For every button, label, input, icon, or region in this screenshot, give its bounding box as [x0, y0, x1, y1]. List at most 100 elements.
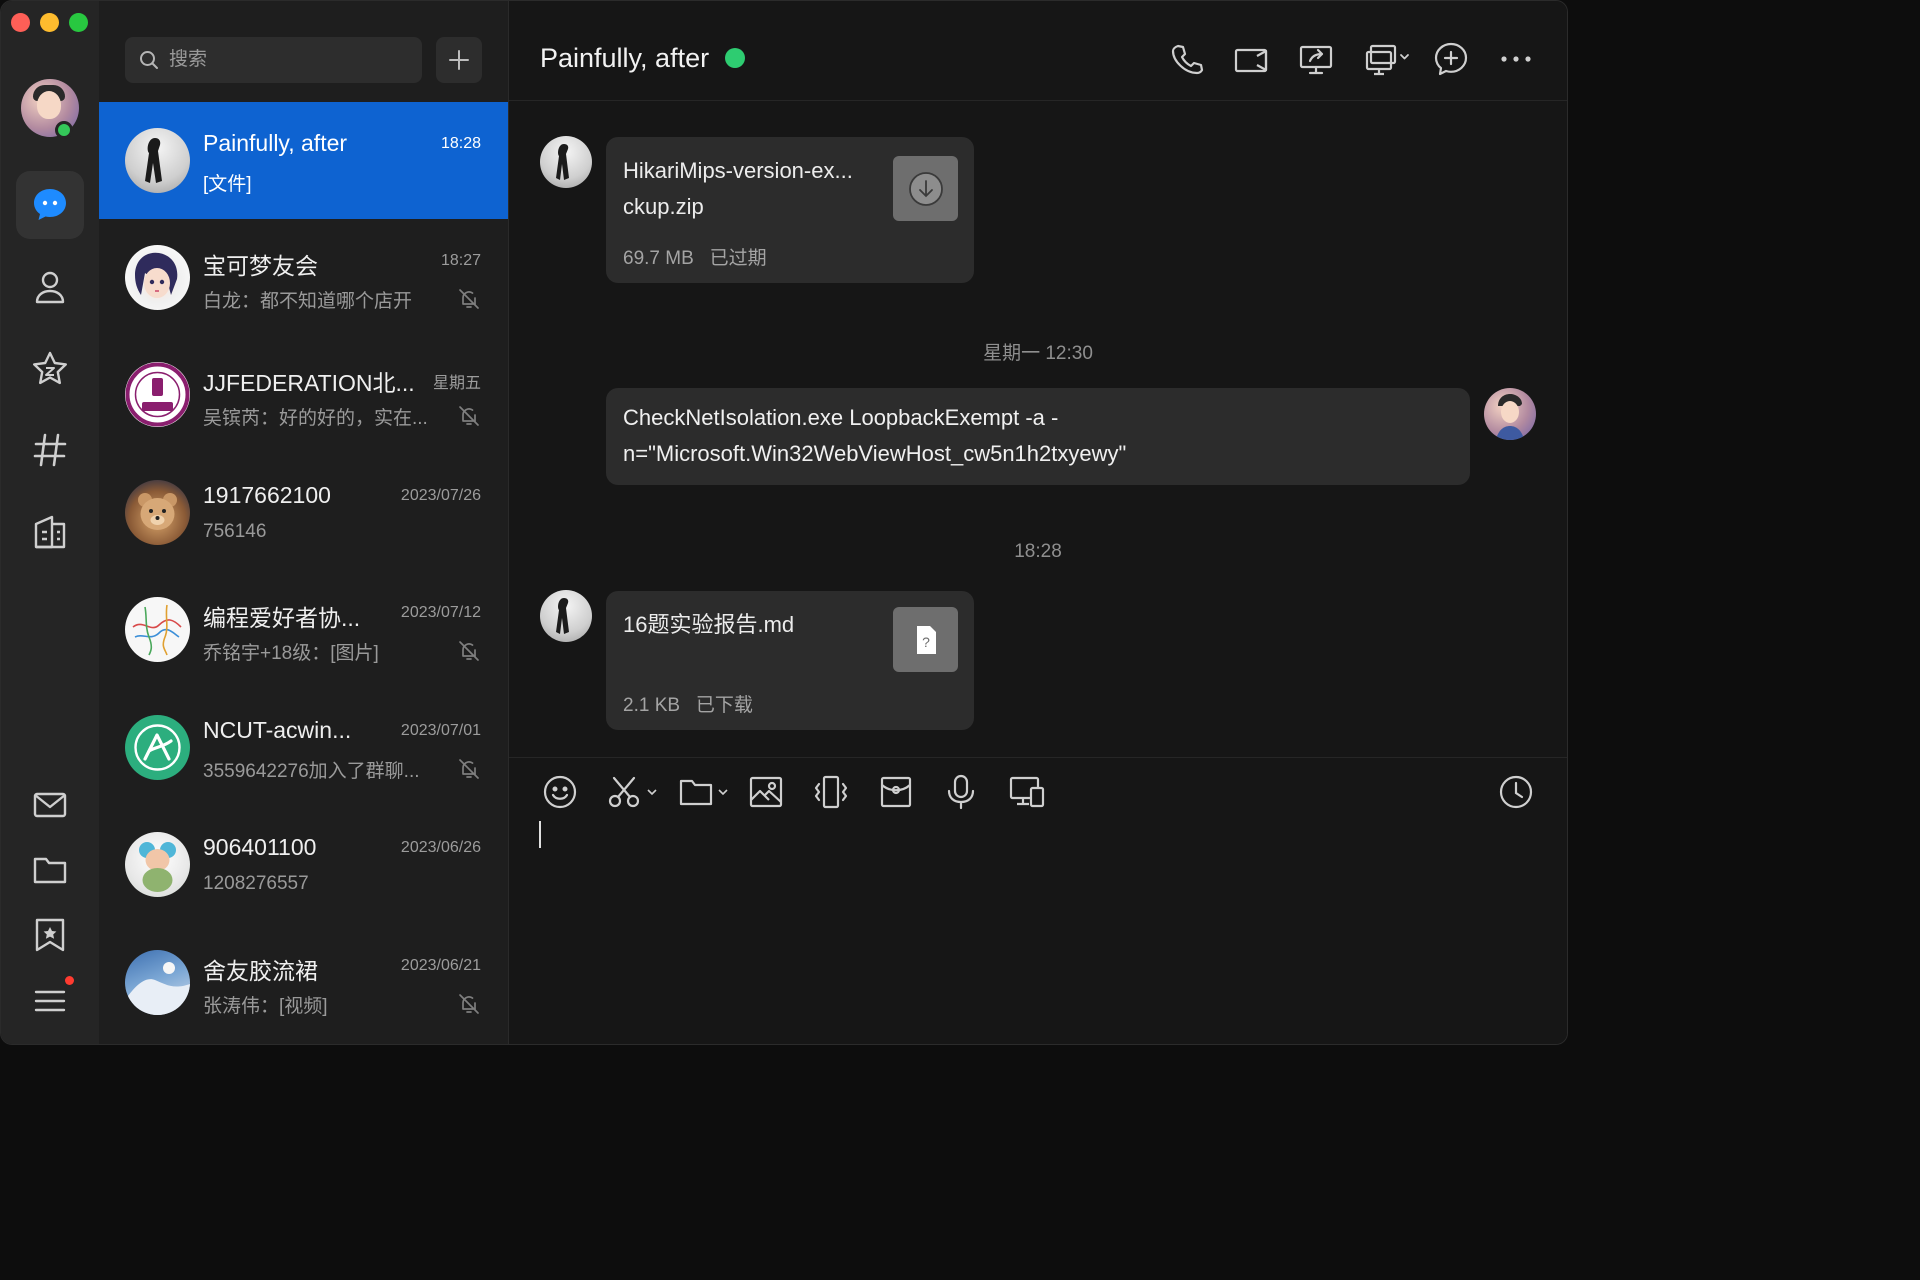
sender-avatar[interactable] [540, 136, 592, 188]
muted-bell-icon [459, 289, 479, 309]
text-message[interactable]: CheckNetIsolation.exe LoopbackExempt -a … [606, 388, 1470, 485]
notification-badge [65, 976, 74, 985]
rail-zone-button[interactable] [16, 335, 84, 403]
video-call-button[interactable] [1233, 41, 1269, 77]
search-input[interactable] [169, 49, 399, 71]
chevron-down-icon [718, 789, 728, 796]
avatar-face [37, 91, 61, 119]
rail-chat-button[interactable] [16, 171, 84, 239]
conversation-name: NCUT-acwin... [203, 717, 352, 743]
microphone-icon [947, 774, 975, 810]
conversation-time: 2023/07/01 [400, 722, 481, 739]
file-status: 已过期 [709, 248, 767, 269]
avatar-acwing-icon [134, 724, 181, 771]
message-timestamp: 18:28 [1014, 541, 1062, 562]
emoji-icon [543, 775, 577, 809]
remote-desktop-icon [1365, 44, 1409, 76]
chat-history-button[interactable] [1497, 772, 1535, 812]
conversation-item[interactable]: JJFEDERATION北... 星期五 吴镔芮：好的好的，实在... [99, 336, 508, 453]
conversation-name: JJFEDERATION北... [203, 370, 415, 396]
more-options-button[interactable] [1498, 41, 1534, 77]
file-name: 16题实验报告.md [623, 612, 795, 637]
conversation-name: 906401100 [203, 834, 317, 860]
sender-avatar[interactable] [540, 590, 592, 642]
message-text-line: n="Microsoft.Win32WebViewHost_cw5n1h2txy… [623, 441, 1127, 466]
window-controls [11, 13, 88, 32]
app-window: Painfully, after 18:28 [文件] 宝可梦友会 18:27 … [0, 0, 1568, 1045]
contacts-icon [35, 271, 65, 304]
emoji-button[interactable] [541, 772, 579, 812]
file-type-thumb[interactable]: ? [893, 607, 958, 672]
avatar-figure-icon [145, 138, 162, 183]
chat-header: Painfully, after [509, 1, 1567, 101]
rail-mail-button[interactable] [16, 771, 84, 839]
muted-bell-icon [459, 759, 479, 779]
conversation-name: 编程爱好者协... [203, 605, 361, 631]
muted-bell-icon [459, 641, 479, 661]
conversation-item[interactable]: 编程爱好者协... 2023/07/12 乔铭宇+18级：[图片] [99, 571, 508, 688]
conversation-avatar [125, 362, 190, 427]
conversation-item[interactable]: 906401100 2023/06/26 1208276557 [99, 806, 508, 923]
conversation-item[interactable]: Painfully, after 18:28 [文件] [99, 102, 508, 219]
rail-menu-button[interactable] [16, 967, 84, 1035]
add-member-button[interactable] [1433, 41, 1469, 77]
voice-call-button[interactable] [1169, 41, 1205, 77]
image-icon [749, 776, 783, 808]
screenshot-button[interactable] [606, 772, 658, 812]
screen-devices-button[interactable] [1008, 772, 1046, 812]
conversation-name: 宝可梦友会 [203, 253, 318, 279]
rail-folder-button[interactable] [16, 836, 84, 904]
my-message-avatar[interactable] [1484, 388, 1536, 440]
file-message[interactable]: 16题实验报告.md 2.1 KB 已下载 ? [606, 591, 974, 730]
search-icon [140, 51, 158, 69]
file-message[interactable]: HikariMips-version-ex... ckup.zip 69.7 M… [606, 137, 974, 283]
file-name: HikariMips-version-ex... [623, 158, 853, 183]
muted-bell-icon [459, 994, 479, 1014]
remote-assist-button[interactable] [1364, 41, 1412, 77]
message-input[interactable] [539, 818, 1519, 1018]
conversation-avatar [125, 597, 190, 662]
conversation-preview: 756146 [203, 521, 267, 542]
file-type-glyph: ? [922, 634, 930, 650]
send-image-button[interactable] [747, 772, 785, 812]
conversation-avatar [125, 480, 190, 545]
conversation-time: 2023/06/26 [400, 839, 481, 856]
maximize-window-button[interactable] [69, 13, 88, 32]
rail-favorites-button[interactable] [16, 901, 84, 969]
conversation-name: 1917662100 [203, 482, 331, 508]
send-file-button[interactable] [677, 772, 729, 812]
conversation-item[interactable]: 1917662100 2023/07/26 756146 [99, 454, 508, 571]
rail-contacts-button[interactable] [16, 253, 84, 321]
avatar-landscape-icon [125, 962, 190, 1015]
conversation-item[interactable]: 舍友胶流裙 2023/06/21 张涛伟：[视频] [99, 924, 508, 1041]
plus-icon [449, 50, 469, 70]
create-button[interactable] [436, 37, 482, 83]
conversation-preview: 白龙：都不知道哪个店开 [203, 291, 413, 312]
screen-share-button[interactable] [1298, 41, 1334, 77]
conversation-preview: 1208276557 [203, 873, 309, 894]
nav-rail [1, 1, 99, 1044]
file-meta: 69.7 MB 已过期 [623, 243, 767, 270]
search-box[interactable] [125, 37, 422, 83]
conversation-preview: [文件] [203, 174, 252, 195]
conversation-time: 18:27 [440, 252, 481, 269]
shake-button[interactable] [812, 772, 850, 812]
close-window-button[interactable] [11, 13, 30, 32]
voice-message-button[interactable] [942, 772, 980, 812]
more-icon [1501, 56, 1531, 62]
file-download-thumb[interactable] [893, 156, 958, 221]
chat-bubble-icon [34, 189, 66, 220]
conversation-preview: 3559642276加入了群聊... [203, 761, 420, 782]
conversation-time: 18:28 [440, 135, 481, 152]
minimize-window-button[interactable] [40, 13, 59, 32]
conversation-avatar [125, 245, 190, 310]
avatar-map-icon [132, 604, 182, 656]
message-timestamp: 星期一 12:30 [983, 343, 1093, 364]
red-packet-button[interactable] [877, 772, 915, 812]
conversation-item[interactable]: 宝可梦友会 18:27 白龙：都不知道哪个店开 [99, 219, 508, 336]
conversation-item[interactable]: NCUT-acwin... 2023/07/01 3559642276加入了群聊… [99, 689, 508, 806]
rail-mini-apps-button[interactable] [16, 498, 84, 566]
rail-channel-button[interactable] [16, 416, 84, 484]
unknown-file-icon: ? [916, 625, 936, 654]
zone-star-icon [33, 351, 67, 385]
